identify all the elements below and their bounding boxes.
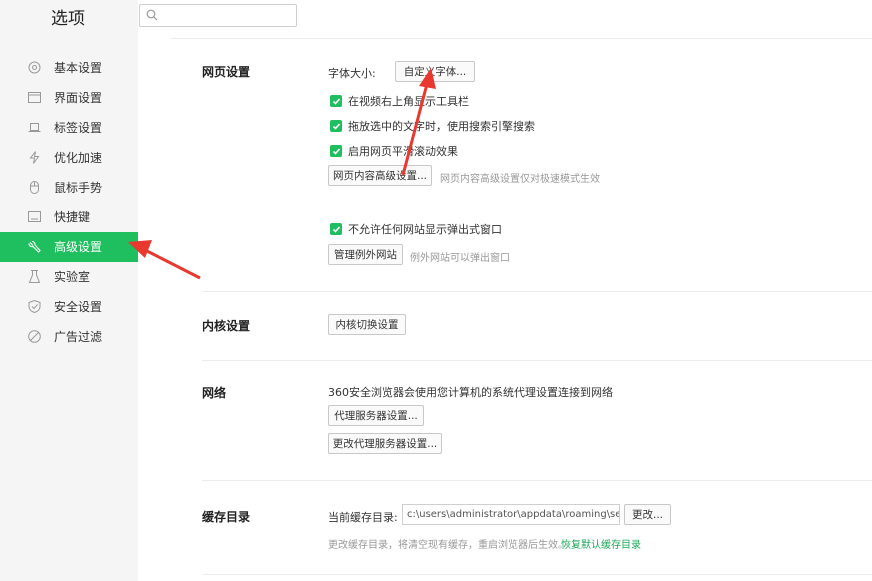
manage-exceptions-button[interactable]: 管理例外网站 <box>328 244 403 265</box>
checkbox-label: 拖放选中的文字时，使用搜索引擎搜索 <box>348 120 535 133</box>
sidebar-item-lab[interactable]: 实验室 <box>0 262 138 292</box>
section-title-kernel: 内核设置 <box>202 319 251 333</box>
section-title-web: 网页设置 <box>202 65 251 79</box>
proxy-settings-button[interactable]: 代理服务器设置... <box>328 405 424 426</box>
block-icon <box>28 329 41 343</box>
sidebar-item-shortcuts[interactable]: 快捷键 <box>0 202 138 232</box>
exceptions-hint: 例外网站可以弹出窗口 <box>410 253 510 264</box>
keyboard-icon <box>28 210 41 223</box>
sidebar: 选项 基本设置 界面设置 标签设置 优化加速 鼠标手势 快捷键 高级设置 实验室… <box>0 0 138 581</box>
sidebar-item-adblock[interactable]: 广告过滤 <box>0 321 138 351</box>
sidebar-item-mouse[interactable]: 鼠标手势 <box>0 172 138 202</box>
sidebar-item-label: 标签设置 <box>54 120 103 135</box>
sidebar-item-label: 广告过滤 <box>54 329 103 344</box>
change-proxy-button[interactable]: 更改代理服务器设置... <box>328 433 442 454</box>
sidebar-item-advanced[interactable]: 高级设置 <box>0 231 138 262</box>
section-title-network: 网络 <box>202 386 227 400</box>
advanced-content-hint: 网页内容高级设置仅对极速模式生效 <box>440 174 600 185</box>
custom-font-button[interactable]: 自定义字体... <box>395 61 475 82</box>
check-icon <box>330 145 342 157</box>
checkbox-label: 不允许任何网站显示弹出式窗口 <box>348 223 502 236</box>
sidebar-item-security[interactable]: 安全设置 <box>0 291 138 321</box>
search-box[interactable] <box>139 4 297 27</box>
advanced-content-button[interactable]: 网页内容高级设置... <box>328 165 432 186</box>
sidebar-item-label: 鼠标手势 <box>54 180 103 195</box>
search-icon <box>146 9 158 24</box>
sidebar-item-basic[interactable]: 基本设置 <box>0 53 138 83</box>
sidebar-item-label: 实验室 <box>54 269 91 284</box>
checkbox-smooth-scroll[interactable]: 启用网页平滑滚动效果 <box>330 143 458 159</box>
sidebar-nav: 基本设置 界面设置 标签设置 优化加速 鼠标手势 快捷键 高级设置 实验室 安全… <box>0 53 138 351</box>
sidebar-item-label: 优化加速 <box>54 150 103 165</box>
section-divider <box>202 574 872 575</box>
change-cache-button[interactable]: 更改... <box>624 504 671 525</box>
kernel-switch-button[interactable]: 内核切换设置 <box>328 314 406 335</box>
mouse-icon <box>28 180 41 194</box>
lightning-icon <box>28 150 41 164</box>
sidebar-item-label: 快捷键 <box>54 210 91 225</box>
page-title: 选项 <box>51 9 85 29</box>
flask-icon <box>28 269 41 283</box>
section-title-cache: 缓存目录 <box>202 510 251 524</box>
checkbox-block-popups[interactable]: 不允许任何网站显示弹出式窗口 <box>330 221 502 237</box>
wrench-icon <box>28 240 41 253</box>
search-input[interactable] <box>162 7 292 24</box>
restore-default-cache-link[interactable]: 恢复默认缓存目录 <box>561 536 641 551</box>
tab-icon <box>28 121 41 134</box>
sidebar-item-tabs[interactable]: 标签设置 <box>0 113 138 143</box>
cache-path-field[interactable]: c:\users\administrator\appdata\roaming\s… <box>402 504 620 525</box>
sidebar-item-label: 安全设置 <box>54 299 103 314</box>
cache-hint: 更改缓存目录，将清空现有缓存，重启浏览器后生效。 <box>328 540 568 551</box>
font-size-label: 字体大小: <box>328 67 376 80</box>
sidebar-item-label: 高级设置 <box>54 240 103 255</box>
check-icon <box>330 95 342 107</box>
window-icon <box>28 91 41 104</box>
section-divider <box>202 480 872 481</box>
section-divider <box>202 360 872 361</box>
check-icon <box>330 223 342 235</box>
checkbox-label: 启用网页平滑滚动效果 <box>348 145 458 158</box>
cache-current-label: 当前缓存目录: <box>328 511 398 524</box>
section-divider <box>202 291 872 292</box>
checkbox-video-toolbar[interactable]: 在视频右上角显示工具栏 <box>330 93 469 109</box>
check-icon <box>330 120 342 132</box>
arrow-to-advanced-settings <box>128 240 201 280</box>
sidebar-item-optimize[interactable]: 优化加速 <box>0 142 138 172</box>
shield-icon <box>28 299 41 313</box>
checkbox-drag-search[interactable]: 拖放选中的文字时，使用搜索引擎搜索 <box>330 118 535 134</box>
sidebar-item-label: 基本设置 <box>54 61 103 76</box>
top-divider <box>170 38 872 39</box>
checkbox-label: 在视频右上角显示工具栏 <box>348 95 469 108</box>
settings-circle-icon <box>28 61 41 74</box>
network-description: 360安全浏览器会使用您计算机的系统代理设置连接到网络 <box>328 386 613 399</box>
sidebar-item-label: 界面设置 <box>54 91 103 106</box>
sidebar-item-interface[interactable]: 界面设置 <box>0 83 138 113</box>
